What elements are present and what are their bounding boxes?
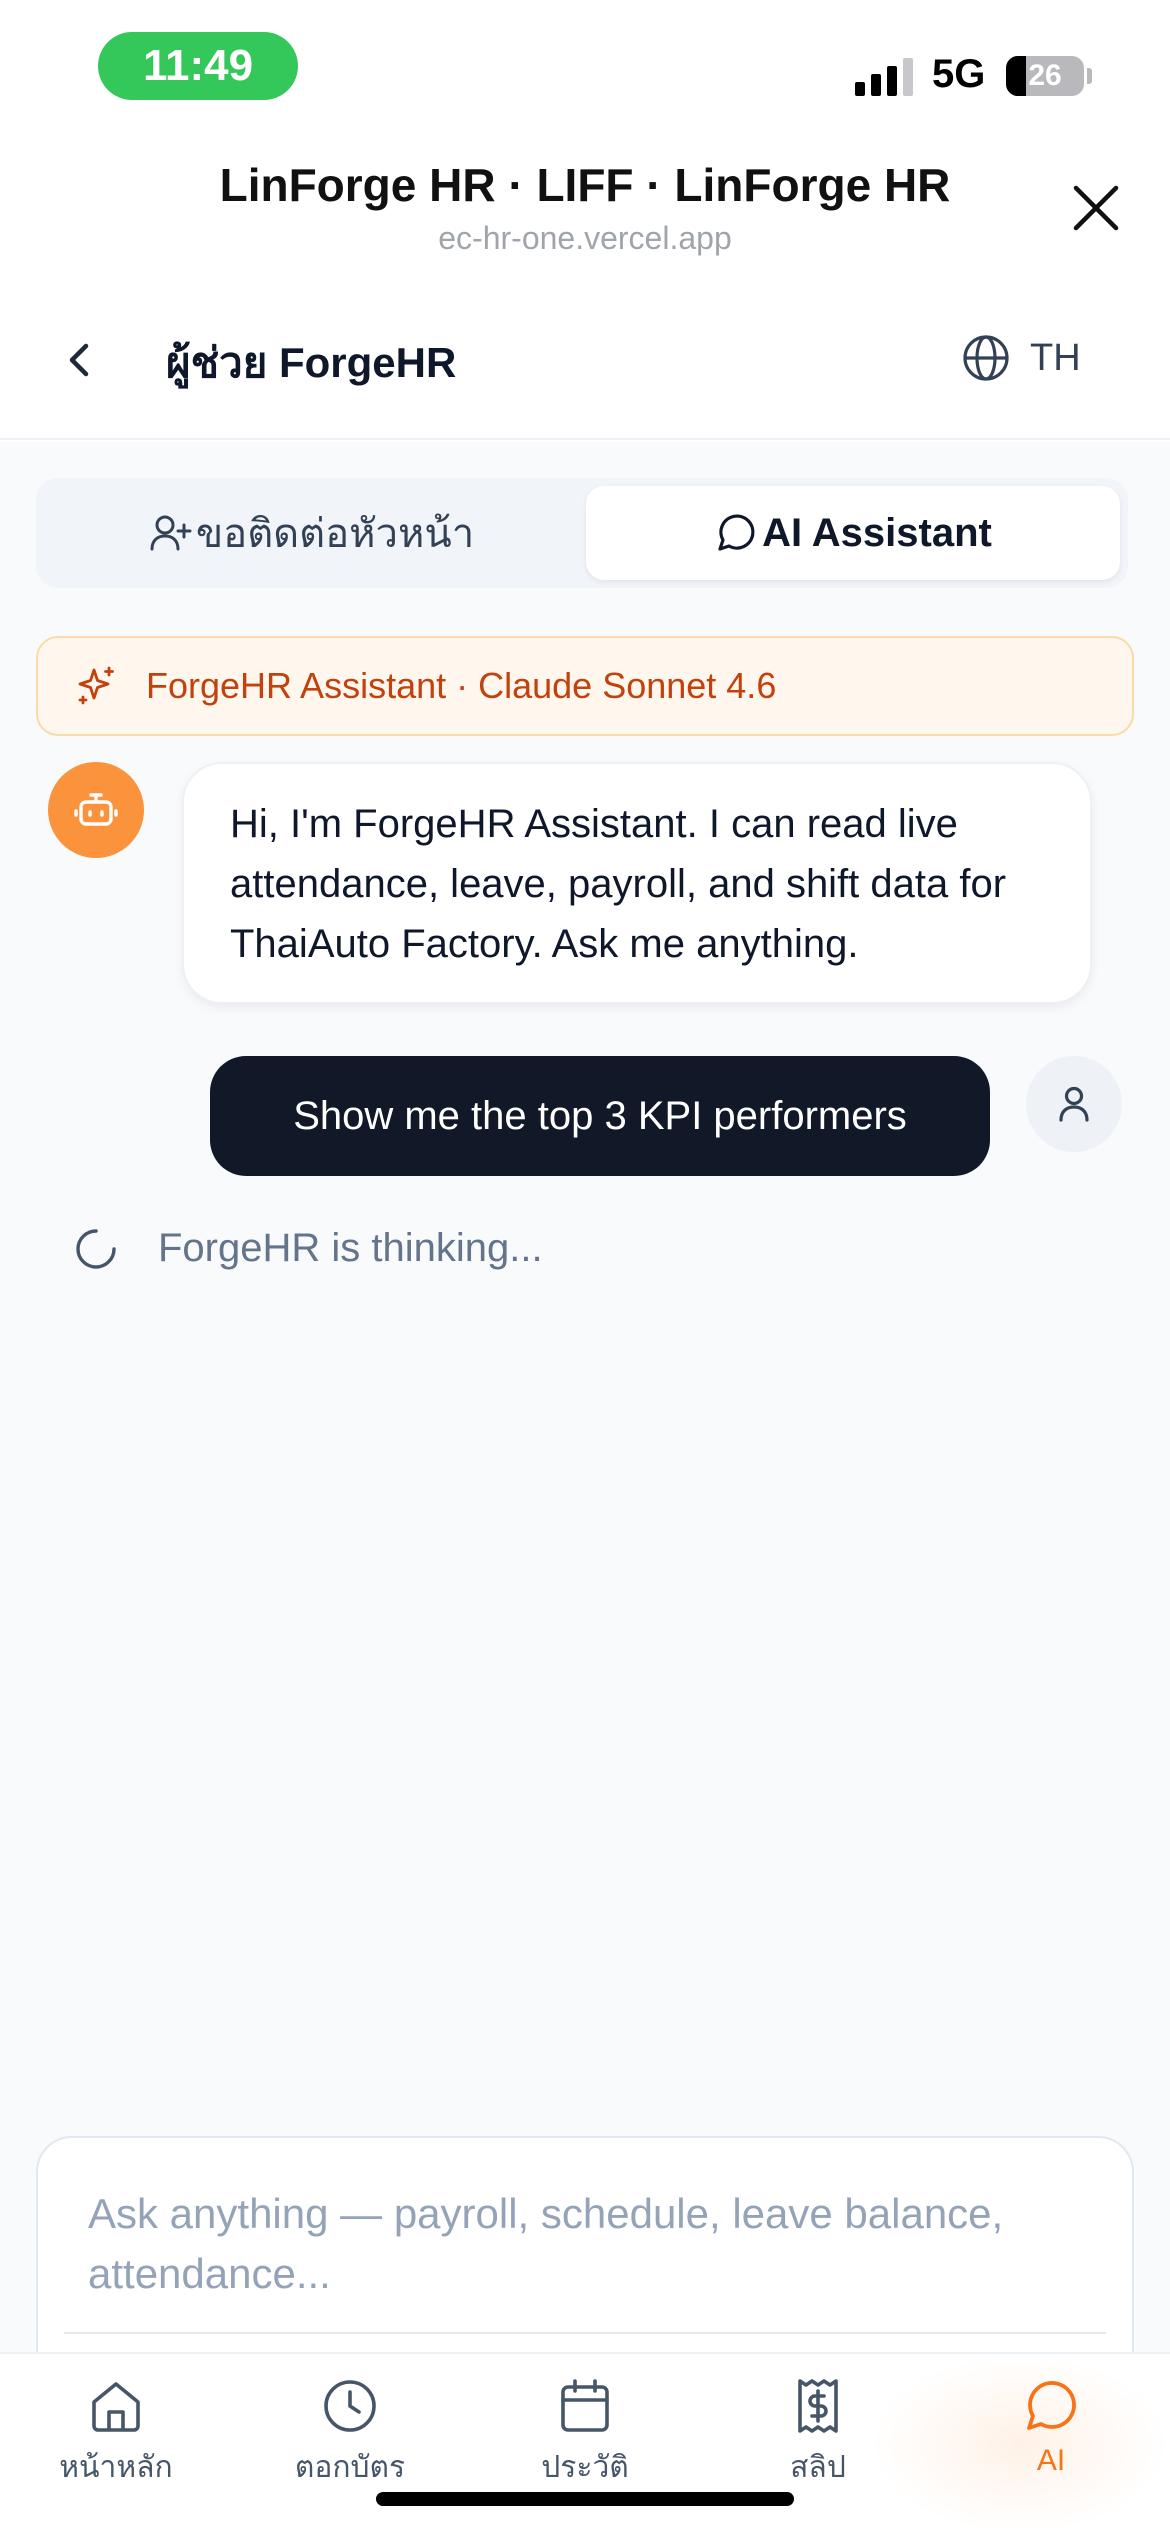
model-banner-text: ForgeHR Assistant · Claude Sonnet 4.6 <box>146 665 777 706</box>
home-icon <box>92 2382 140 2432</box>
nav-label: AI <box>1036 2444 1066 2477</box>
composer-divider <box>64 2332 1106 2334</box>
liff-title: LinForge HR · LIFF · LinForge HR <box>219 159 951 211</box>
app-header: ผู้ช่วย ForgeHR TH <box>0 290 1170 440</box>
assistant-avatar <box>48 762 144 858</box>
nav-item-home[interactable]: หน้าหลัก <box>16 2376 216 2516</box>
close-icon <box>1073 185 1119 231</box>
language-switcher[interactable]: TH <box>960 326 1081 390</box>
battery-tip <box>1087 68 1092 84</box>
thinking-text: ForgeHR is thinking... <box>158 1226 543 1270</box>
close-button[interactable] <box>1066 178 1126 238</box>
tab-contact-supervisor[interactable]: ขอติดต่อหัวหน้า <box>44 486 578 580</box>
nav-label: หน้าหลัก <box>59 2451 173 2484</box>
liff-page: 11:49 5G 26 LinForge HR · LIFF · LinForg… <box>0 0 1170 2532</box>
tab-label: AI Assistant <box>762 510 992 555</box>
tab-ai-assistant[interactable]: AI Assistant <box>586 486 1120 580</box>
message-input[interactable]: Ask anything — payroll, schedule, leave … <box>88 2184 1088 2304</box>
nav-label: ประวัติ <box>541 2451 629 2484</box>
language-label: TH <box>1030 336 1081 379</box>
thinking-indicator: ForgeHR is thinking... <box>74 1226 543 1271</box>
liff-url: ec-hr-one.vercel.app <box>438 220 732 256</box>
nav-label: สลิป <box>790 2451 846 2484</box>
user-avatar <box>1026 1056 1122 1152</box>
user-plus-icon <box>150 515 192 551</box>
user-message: Show me the top 3 KPI performers <box>210 1056 990 1176</box>
battery-level: 26 <box>1028 59 1062 92</box>
page-title: ผู้ช่วย ForgeHR <box>166 339 457 386</box>
chat-area: ขอติดต่อหัวหน้า AI Assistant ForgeHR Ass… <box>0 442 1170 2396</box>
status-bar: 11:49 5G 26 <box>0 0 1170 140</box>
clock-icon <box>324 2380 376 2432</box>
message-circle-icon <box>1027 2381 1076 2430</box>
sparkles-icon <box>78 666 114 705</box>
nav-item-ai[interactable]: AI <box>951 2376 1151 2516</box>
nav-label: ตอกบัตร <box>294 2451 406 2484</box>
tab-label: ขอติดต่อหัวหน้า <box>195 512 475 556</box>
chevron-left-icon <box>69 343 89 377</box>
tab-bar: ขอติดต่อหัวหน้า AI Assistant <box>36 478 1128 588</box>
network-type: 5G <box>932 52 986 96</box>
loader-icon <box>76 1228 116 1269</box>
calendar-icon <box>561 2379 609 2432</box>
liff-header: LinForge HR · LIFF · LinForge HR ec-hr-o… <box>0 140 1170 270</box>
back-button[interactable] <box>52 332 108 388</box>
battery-icon: 26 <box>1006 56 1084 96</box>
message-circle-icon <box>718 514 755 551</box>
status-time: 11:49 <box>98 32 298 100</box>
bot-icon <box>74 793 118 826</box>
signal-icon <box>855 56 913 96</box>
user-icon <box>1059 1086 1089 1122</box>
receipt-icon <box>798 2379 838 2433</box>
home-indicator[interactable] <box>376 2492 794 2506</box>
model-banner: ForgeHR Assistant · Claude Sonnet 4.6 <box>36 636 1134 736</box>
assistant-message: Hi, I'm ForgeHR Assistant. I can read li… <box>182 762 1092 1004</box>
globe-icon <box>963 335 1009 381</box>
